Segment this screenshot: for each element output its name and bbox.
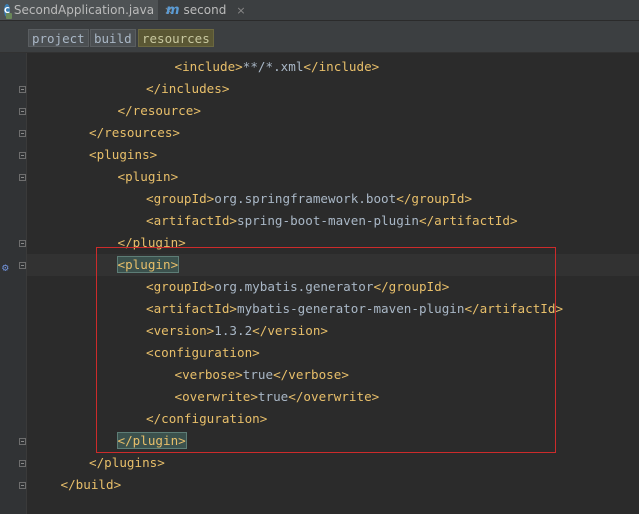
fold-toggle-icon[interactable]: [19, 460, 26, 467]
spring-class-icon: C: [4, 3, 12, 19]
code-line[interactable]: <artifactId>mybatis-generator-maven-plug…: [146, 298, 563, 320]
tab-label: SecondApplication.java: [13, 3, 155, 17]
breadcrumb-item-project[interactable]: project: [28, 29, 89, 47]
code-line[interactable]: <configuration>: [146, 342, 260, 364]
breadcrumb: project build resources: [0, 21, 639, 53]
xml-tag: <groupId>: [146, 191, 215, 206]
code-line[interactable]: <overwrite>true</overwrite>: [175, 386, 380, 408]
code-line[interactable]: <plugin>: [118, 166, 179, 188]
code-line[interactable]: <plugin>: [116, 254, 180, 276]
xml-tag: </resource>: [117, 103, 201, 118]
xml-tag: </build>: [60, 477, 122, 492]
xml-tag: </resources>: [89, 125, 180, 140]
code-line[interactable]: <artifactId>spring-boot-maven-plugin</ar…: [146, 210, 518, 232]
xml-tag: <plugins>: [89, 147, 158, 162]
fold-toggle-icon[interactable]: [19, 438, 26, 445]
xml-tag: <artifactId>: [146, 213, 237, 228]
xml-text: mybatis-generator-maven-plugin: [237, 301, 465, 316]
code-line[interactable]: </plugins>: [89, 452, 165, 474]
xml-tag: <overwrite>: [174, 389, 258, 404]
editor-gutter[interactable]: ⚙: [0, 53, 27, 514]
fold-toggle-icon[interactable]: [19, 240, 26, 247]
fold-toggle-icon[interactable]: [19, 108, 26, 115]
code-line[interactable]: </configuration>: [146, 408, 267, 430]
code-line[interactable]: <verbose>true</verbose>: [175, 364, 349, 386]
code-line[interactable]: <plugins>: [89, 144, 157, 166]
fold-toggle-icon[interactable]: [19, 86, 26, 93]
fold-toggle-icon[interactable]: [19, 482, 26, 489]
editor-tab-bar: C SecondApplication.java × m second ×: [0, 0, 639, 21]
xml-tag: </artifactId>: [464, 301, 564, 316]
close-icon[interactable]: ×: [236, 4, 245, 17]
xml-tag: <version>: [146, 323, 215, 338]
xml-tag: </plugin>: [117, 235, 186, 250]
xml-tag: <artifactId>: [146, 301, 237, 316]
xml-tag: </plugins>: [89, 455, 165, 470]
code-line[interactable]: </resource>: [118, 100, 201, 122]
xml-tag: <plugin>: [117, 169, 179, 184]
xml-text: 1.3.2: [214, 323, 253, 338]
xml-tag: </groupId>: [396, 191, 473, 206]
xml-tag: <groupId>: [146, 279, 215, 294]
xml-tag: </includes>: [146, 81, 230, 96]
xml-tag: </configuration>: [146, 411, 268, 426]
xml-text: spring-boot-maven-plugin: [237, 213, 419, 228]
xml-text: org.springframework.boot: [214, 191, 397, 206]
xml-text: **/*.xml: [242, 59, 304, 74]
xml-tag: <plugin>: [116, 256, 180, 273]
code-line[interactable]: </build>: [61, 474, 122, 496]
code-line[interactable]: </plugin>: [116, 430, 187, 452]
xml-tag: </groupId>: [373, 279, 450, 294]
breadcrumb-item-resources[interactable]: resources: [138, 29, 214, 47]
xml-tag: </overwrite>: [288, 389, 380, 404]
code-line[interactable]: </includes>: [146, 78, 229, 100]
maven-module-icon: m: [166, 2, 180, 18]
tab-label: second: [183, 3, 227, 17]
fold-toggle-icon[interactable]: [19, 174, 26, 181]
xml-tag: </verbose>: [273, 367, 349, 382]
xml-tag: <include>: [174, 59, 243, 74]
xml-tag: <configuration>: [146, 345, 260, 360]
xml-tag: </include>: [303, 59, 380, 74]
bean-gutter-icon[interactable]: ⚙: [2, 262, 10, 273]
code-line[interactable]: </resources>: [89, 122, 180, 144]
xml-text: true: [257, 389, 289, 404]
xml-tag: </artifactId>: [418, 213, 518, 228]
fold-toggle-icon[interactable]: [19, 152, 26, 159]
fold-toggle-icon[interactable]: [19, 130, 26, 137]
code-line[interactable]: <include>**/*.xml</include>: [175, 56, 380, 78]
xml-tag: </plugin>: [116, 432, 187, 449]
xml-tag: </version>: [252, 323, 328, 338]
code-editor[interactable]: <include>**/*.xml</include> </includes> </…: [27, 53, 639, 514]
code-line[interactable]: <groupId>org.springframework.boot</group…: [146, 188, 472, 210]
code-line[interactable]: <version>1.3.2</version>: [146, 320, 328, 342]
xml-text: true: [242, 367, 274, 382]
tab-second-application-java[interactable]: C SecondApplication.java ×: [0, 0, 173, 20]
tab-second[interactable]: m second ×: [162, 0, 246, 20]
code-line[interactable]: </plugin>: [118, 232, 186, 254]
breadcrumb-item-build[interactable]: build: [90, 29, 136, 47]
fold-toggle-icon[interactable]: [19, 262, 26, 269]
xml-tag: <verbose>: [174, 367, 243, 382]
xml-text: org.mybatis.generator: [214, 279, 374, 294]
code-line[interactable]: <groupId>org.mybatis.generator</groupId>: [146, 276, 449, 298]
